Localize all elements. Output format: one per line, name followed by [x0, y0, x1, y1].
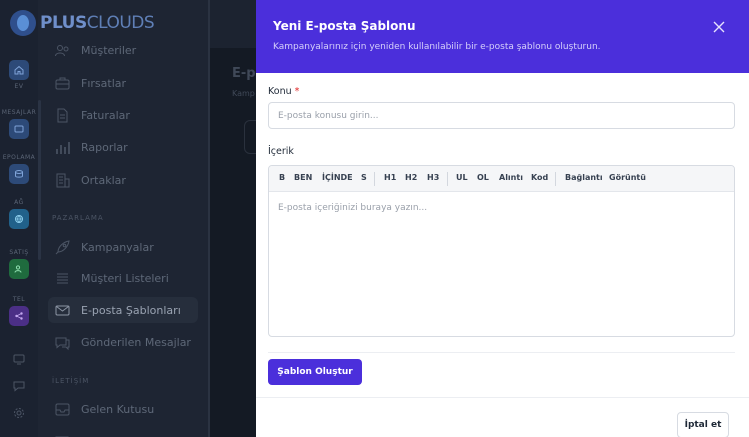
gear-icon — [14, 408, 24, 418]
content-label: İçerik — [268, 146, 294, 157]
rail-item-monitor[interactable] — [0, 352, 38, 366]
rail-item-messages[interactable]: MESAJLAR — [0, 109, 38, 139]
sidebar-item-inbox[interactable]: Gelen Kutusu — [48, 396, 198, 422]
chat-icon — [55, 337, 70, 350]
database-icon — [9, 164, 29, 184]
sidebar-item-customers[interactable]: Müşteriler — [48, 37, 198, 63]
quote-button[interactable]: Alıntı — [499, 173, 523, 182]
create-template-button[interactable]: Şablon Oluştur — [268, 359, 362, 385]
heading1-button[interactable]: H1 — [384, 173, 396, 182]
inbox-icon — [9, 119, 29, 139]
share-icon — [9, 306, 29, 326]
rail-item-settings[interactable] — [0, 406, 38, 420]
list-icon — [57, 273, 68, 283]
briefcase-icon — [55, 77, 70, 89]
drawer-header: Yeni E-posta Şablonu Kampanyalarınız içi… — [256, 0, 749, 73]
bullet-list-button[interactable]: UL — [456, 173, 468, 182]
document-icon — [57, 108, 68, 122]
chat-icon — [55, 436, 69, 437]
italic-button[interactable]: BEN — [294, 173, 312, 182]
rail-label: EV — [14, 83, 24, 90]
drawer-subtitle: Kampanyalarınız için yeniden kullanılabi… — [273, 42, 601, 52]
ordered-list-button[interactable]: OL — [477, 173, 489, 182]
sidebar-section-title: İLETİŞİM — [52, 377, 90, 385]
rail-item-phone[interactable]: TEL — [0, 296, 38, 326]
bold-button[interactable]: B — [279, 173, 285, 182]
sidebar-item-label: Fırsatlar — [81, 76, 127, 90]
code-button[interactable]: Kod — [531, 173, 548, 182]
page-subtitle: Kamp — [232, 89, 255, 98]
rail-item-chat[interactable] — [0, 379, 38, 393]
new-template-drawer: Yeni E-posta Şablonu Kampanyalarınız içi… — [256, 0, 749, 437]
sidebar-item-label: Müşteri Listeleri — [81, 271, 169, 285]
sidebar-item-campaigns[interactable]: Kampanyalar — [48, 234, 198, 260]
building-icon — [56, 173, 70, 187]
sidebar-item-opportunities[interactable]: Fırsatlar — [48, 70, 198, 96]
toolbar-divider — [374, 172, 375, 186]
bar-chart-icon — [56, 141, 70, 154]
globe-icon — [9, 209, 29, 229]
inbox-icon — [55, 403, 70, 415]
sidebar-item-more[interactable] — [48, 428, 198, 437]
image-button[interactable]: Görüntü — [609, 173, 646, 182]
home-icon — [9, 60, 29, 80]
sidebar-item-label: Faturalar — [81, 108, 130, 122]
rail-item-storage[interactable]: EPOLAMA — [0, 154, 38, 184]
drawer-title: Yeni E-posta Şablonu — [273, 19, 416, 33]
sidebar-section-title: PAZARLAMA — [52, 214, 104, 222]
sidebar-item-label: Gelen Kutusu — [81, 402, 155, 416]
rail-divider — [38, 100, 41, 260]
rocket-icon — [55, 239, 70, 254]
rail-item-sales[interactable]: SATIŞ — [0, 249, 38, 279]
sidebar-item-invoices[interactable]: Faturalar — [48, 102, 198, 128]
sidebar: Müşteriler Fırsatlar Faturalar Raporlar … — [44, 0, 210, 437]
icon-rail: PLUSCLOUDS EV MESAJLAR EPOLAMA AĞ SATIŞ … — [0, 0, 155, 437]
toolbar-divider — [555, 172, 556, 186]
rail-item-home[interactable]: EV — [0, 60, 38, 90]
inline-code-button[interactable]: İÇİNDE — [322, 173, 353, 182]
users-icon — [55, 44, 69, 56]
strikethrough-button[interactable]: S — [361, 173, 367, 182]
divider — [256, 397, 749, 398]
rail-item-network[interactable]: AĞ — [0, 199, 38, 229]
subject-input[interactable] — [268, 102, 735, 129]
close-icon[interactable] — [712, 20, 726, 34]
rail-label: AĞ — [14, 199, 24, 206]
sidebar-item-label: Kampanyalar — [81, 240, 154, 254]
chat-icon — [13, 381, 25, 392]
sidebar-item-reports[interactable]: Raporlar — [48, 134, 198, 160]
sidebar-item-label: Ortaklar — [81, 173, 126, 187]
sidebar-item-partners[interactable]: Ortaklar — [48, 167, 198, 193]
required-marker: * — [294, 86, 300, 97]
page-title: E-p — [232, 66, 256, 81]
heading2-button[interactable]: H2 — [405, 173, 417, 182]
link-button[interactable]: Bağlantı — [565, 173, 603, 182]
sidebar-item-customer-lists[interactable]: Müşteri Listeleri — [48, 265, 198, 291]
subject-label: Konu * — [268, 86, 300, 97]
rich-text-editor: B BEN İÇİNDE S H1 H2 H3 UL OL Alıntı Kod… — [268, 165, 735, 337]
cancel-button[interactable]: İptal et — [677, 412, 729, 437]
rail-label: SATIŞ — [9, 249, 29, 256]
monitor-icon — [13, 354, 25, 365]
editor-content-area[interactable]: E-posta içeriğinizi buraya yazın... — [269, 193, 734, 336]
sidebar-item-label: Raporlar — [81, 140, 128, 154]
logo-icon — [10, 10, 36, 36]
heading3-button[interactable]: H3 — [427, 173, 439, 182]
rail-label: TEL — [12, 296, 26, 303]
editor-toolbar: B BEN İÇİNDE S H1 H2 H3 UL OL Alıntı Kod… — [269, 166, 734, 192]
sidebar-item-label: Gönderilen Mesajlar — [81, 335, 191, 349]
sidebar-item-label: Müşteriler — [81, 43, 137, 57]
rail-label: EPOLAMA — [2, 154, 36, 161]
toolbar-divider — [447, 172, 448, 186]
sidebar-item-sent-messages[interactable]: Gönderilen Mesajlar — [48, 329, 198, 355]
divider — [268, 352, 735, 353]
sidebar-item-label: E-posta Şablonları — [81, 303, 181, 317]
sidebar-item-email-templates[interactable]: E-posta Şablonları — [48, 297, 198, 323]
rail-label: MESAJLAR — [1, 109, 37, 116]
mail-icon — [55, 305, 70, 315]
users-icon — [9, 259, 29, 279]
